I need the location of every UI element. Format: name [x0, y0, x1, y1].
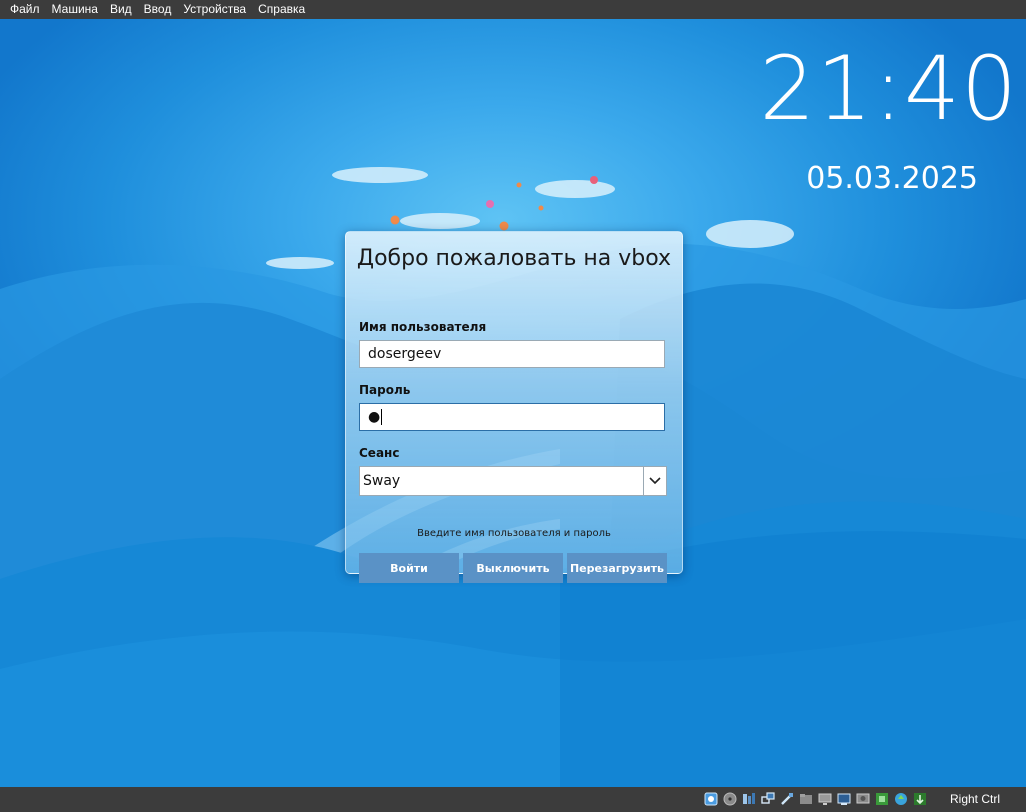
menu-view[interactable]: Вид	[104, 0, 138, 19]
welcome-title-text: Добро пожаловать на vbox	[356, 246, 672, 271]
keyboard-capture-icon[interactable]	[912, 791, 928, 807]
vm-menu-bar: Файл Машина Вид Ввод Устройства Справка	[0, 0, 1026, 19]
login-panel: Добро пожаловать на vbox Имя пользовател…	[345, 231, 683, 583]
optical-drive-icon[interactable]	[722, 791, 738, 807]
network-icon[interactable]	[760, 791, 776, 807]
clock-date: 05.03.2025	[806, 161, 978, 196]
shared-folders-icon[interactable]	[798, 791, 814, 807]
vm-screen[interactable]: 21:40 05.03.2025 Добро пожаловать на vbo…	[0, 19, 1026, 787]
recording-status-icon[interactable]	[855, 791, 871, 807]
username-label: Имя пользователя	[359, 320, 487, 334]
recording-icon[interactable]	[836, 791, 852, 807]
text-caret	[381, 409, 383, 425]
username-input[interactable]: dosergeev	[359, 340, 665, 368]
menu-input[interactable]: Ввод	[138, 0, 178, 19]
session-select[interactable]: Sway	[359, 466, 667, 496]
session-label: Сеанс	[359, 446, 400, 460]
mouse-integration-icon[interactable]	[893, 791, 909, 807]
login-hint: Введите имя пользователя и пароль	[417, 528, 611, 539]
usb-icon[interactable]	[779, 791, 795, 807]
password-label: Пароль	[359, 383, 411, 397]
host-key-label: Right Ctrl	[949, 792, 1000, 806]
audio-icon[interactable]	[741, 791, 757, 807]
hard-disk-icon[interactable]	[703, 791, 719, 807]
menu-devices[interactable]: Устройства	[177, 0, 252, 19]
session-value: Sway	[363, 473, 401, 489]
reboot-button[interactable]: Перезагрузить	[567, 553, 667, 583]
password-input[interactable]: ●	[359, 403, 665, 431]
chevron-down-icon[interactable]	[643, 467, 666, 495]
username-value: dosergeev	[368, 346, 442, 362]
shutdown-button[interactable]: Выключить	[463, 553, 563, 583]
vm-status-bar: Right Ctrl	[0, 787, 1026, 812]
menu-machine[interactable]: Машина	[46, 0, 104, 19]
login-button[interactable]: Войти	[359, 553, 459, 583]
cpu-icon[interactable]	[874, 791, 890, 807]
clock-time: 21:40	[759, 37, 1018, 140]
menu-file[interactable]: Файл	[0, 0, 46, 19]
status-icons	[703, 791, 928, 807]
password-mask: ●	[368, 409, 381, 425]
welcome-title: Добро пожаловать на vbox	[346, 244, 682, 273]
menu-help[interactable]: Справка	[252, 0, 311, 19]
display-icon[interactable]	[817, 791, 833, 807]
